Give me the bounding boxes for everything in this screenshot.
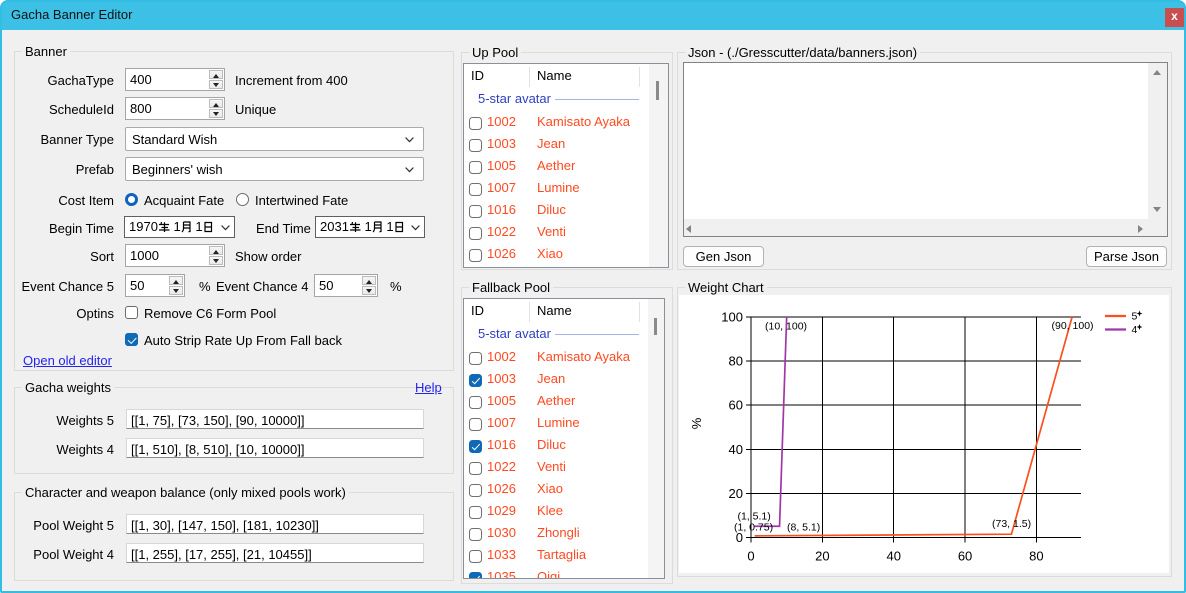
svg-text:80: 80 <box>1029 549 1043 564</box>
svg-text:40: 40 <box>886 549 900 564</box>
svg-text:60: 60 <box>958 549 972 564</box>
svg-text:0: 0 <box>747 549 754 564</box>
svg-text:(10, 100): (10, 100) <box>765 321 807 333</box>
svg-text:4: 4 <box>1132 324 1138 336</box>
svg-text:5: 5 <box>1132 311 1138 323</box>
svg-text:100: 100 <box>721 310 743 325</box>
svg-text:(8, 5.1): (8, 5.1) <box>787 522 820 534</box>
svg-text:(1, 0.75): (1, 0.75) <box>734 522 773 534</box>
svg-text:60: 60 <box>729 398 743 413</box>
svg-text:80: 80 <box>729 354 743 369</box>
svg-text:(90, 100): (90, 100) <box>1052 320 1094 332</box>
svg-text:%: % <box>689 417 704 429</box>
svg-text:20: 20 <box>815 549 829 564</box>
svg-text:20: 20 <box>729 486 743 501</box>
svg-text:(73, 1.5): (73, 1.5) <box>992 518 1031 530</box>
svg-text:40: 40 <box>729 442 743 457</box>
